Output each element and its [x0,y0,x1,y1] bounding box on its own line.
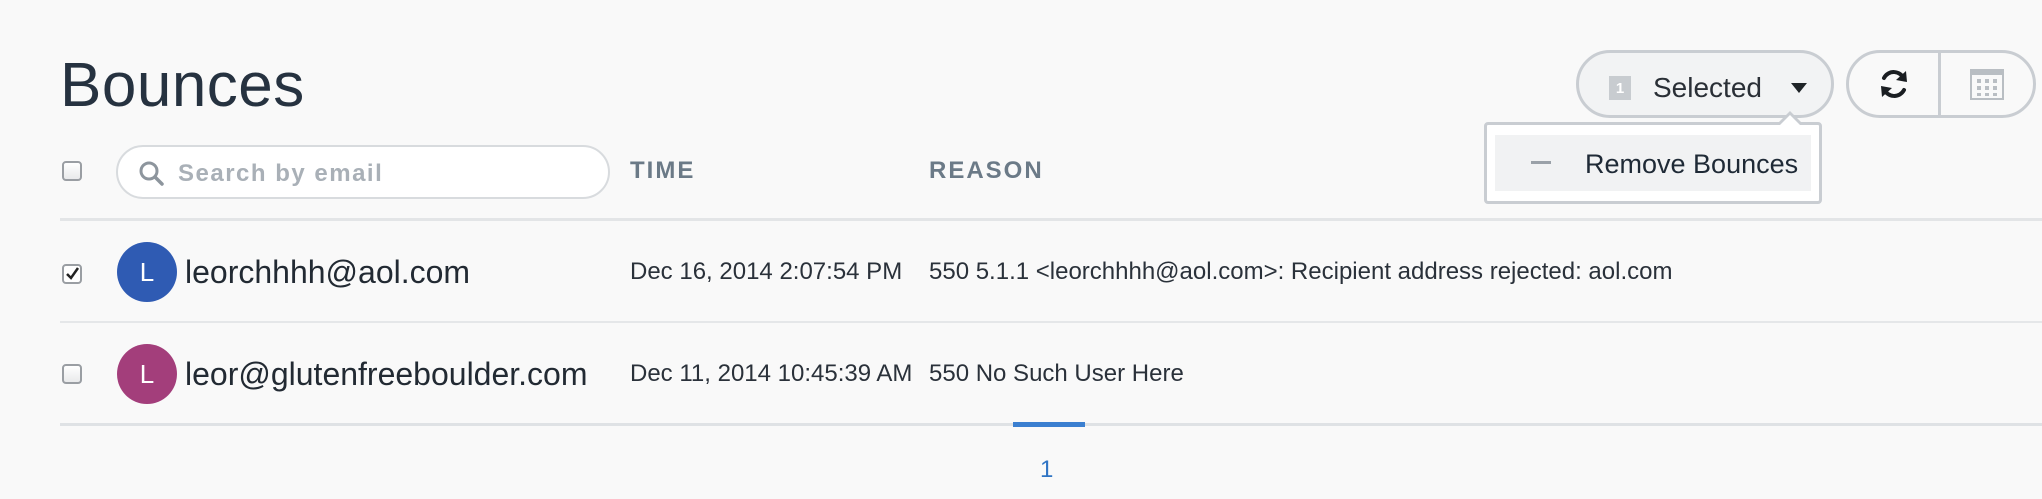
header-divider [60,218,2042,221]
selected-actions-button[interactable]: 1 Selected [1576,50,1834,118]
row-reason: 550 No Such User Here [929,360,1184,387]
page-link[interactable]: 1 [1040,456,1053,484]
refresh-button[interactable] [1849,53,1941,115]
row-time: Dec 16, 2014 2:07:54 PM [630,258,903,285]
toolbar-button-group [1846,50,2036,118]
selected-label: Selected [1653,72,1762,103]
caret-down-icon [1791,83,1807,93]
search-icon [139,161,164,186]
calendar-button[interactable] [1941,53,2033,115]
page-title: Bounces [60,51,305,120]
column-header-time[interactable]: TIME [630,157,695,185]
menu-item-remove-bounces[interactable]: Remove Bounces [1495,135,1811,191]
row-email: leorchhhh@aol.com [185,254,471,290]
row-checkbox[interactable] [62,364,82,384]
calendar-icon [1970,69,2004,100]
row-time: Dec 11, 2014 10:45:39 AM [630,360,913,387]
selected-actions-menu: Remove Bounces [1484,111,1822,204]
avatar: L [117,242,177,302]
select-all-checkbox[interactable] [62,161,82,181]
minus-icon [1531,161,1551,164]
column-header-reason[interactable]: REASON [929,157,1044,185]
row-email: leor@glutenfreeboulder.com [185,356,588,392]
row-divider [60,321,2042,323]
menu-item-label: Remove Bounces [1585,149,1799,179]
search-input[interactable]: Search by email [116,145,610,199]
current-page-indicator [1013,422,1085,427]
row-reason: 550 5.1.1 <leorchhhh@aol.com>: Recipient… [929,258,1673,285]
checkmark-icon [66,267,80,280]
row-checkbox[interactable] [62,264,82,284]
refresh-icon [1880,70,1907,98]
avatar: L [117,344,177,404]
selected-count-badge: 1 [1609,76,1631,100]
search-placeholder: Search by email [178,160,384,187]
